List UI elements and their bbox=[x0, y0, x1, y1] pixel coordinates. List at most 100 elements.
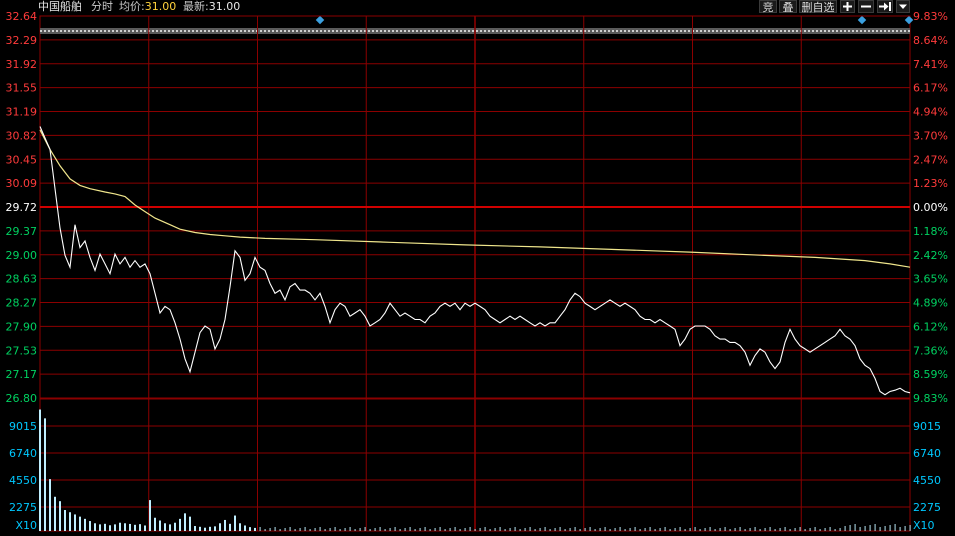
volume-bar bbox=[884, 526, 886, 531]
volume-bar bbox=[254, 527, 256, 531]
percent-tick-label: 2.42% bbox=[913, 249, 948, 262]
volume-bar bbox=[464, 528, 466, 531]
volume-bar bbox=[374, 528, 376, 531]
volume-bar bbox=[539, 528, 541, 531]
volume-bar bbox=[439, 527, 441, 531]
volume-bar bbox=[689, 528, 691, 531]
volume-bar bbox=[204, 527, 206, 531]
price-tick-label: 30.45 bbox=[6, 153, 38, 166]
volume-bar bbox=[529, 527, 531, 531]
volume-bar bbox=[484, 527, 486, 531]
volume-bar bbox=[369, 529, 371, 531]
volume-bar bbox=[139, 524, 141, 531]
volume-tick-label: 6740 bbox=[913, 447, 941, 460]
volume-bar bbox=[629, 528, 631, 531]
volume-tick-label: X10 bbox=[913, 519, 935, 532]
volume-bar bbox=[729, 529, 731, 531]
volume-bar bbox=[574, 527, 576, 531]
volume-bar bbox=[844, 526, 846, 531]
volume-bar bbox=[744, 529, 746, 531]
volume-bar bbox=[834, 529, 836, 531]
volume-bar bbox=[869, 525, 871, 531]
volume-bar bbox=[144, 525, 146, 531]
volume-bar bbox=[184, 513, 186, 531]
price-tick-label: 31.19 bbox=[6, 106, 38, 119]
volume-bar bbox=[524, 528, 526, 531]
volume-tick-label: 4550 bbox=[9, 474, 37, 487]
percent-tick-label: 6.12% bbox=[913, 320, 948, 333]
volume-bar bbox=[609, 529, 611, 531]
volume-bar bbox=[264, 529, 266, 531]
volume-bar bbox=[514, 527, 516, 531]
volume-bar bbox=[384, 529, 386, 531]
percent-tick-label: 4.89% bbox=[913, 297, 948, 310]
volume-bar bbox=[499, 527, 501, 531]
price-tick-label: 28.63 bbox=[6, 273, 38, 286]
volume-bar bbox=[584, 528, 586, 531]
volume-bar bbox=[104, 523, 106, 531]
percent-tick-label: 7.41% bbox=[913, 58, 948, 71]
percent-tick-label: 7.36% bbox=[913, 344, 948, 357]
volume-bar bbox=[399, 529, 401, 531]
volume-bar bbox=[294, 529, 296, 531]
volume-bar bbox=[334, 527, 336, 531]
volume-bar bbox=[494, 528, 496, 531]
volume-bar bbox=[889, 525, 891, 531]
volume-bar bbox=[684, 529, 686, 531]
percent-tick-label: 0.00% bbox=[913, 201, 948, 214]
price-tick-label: 26.80 bbox=[6, 392, 38, 405]
volume-tick-label: X10 bbox=[15, 519, 37, 532]
volume-bar bbox=[504, 529, 506, 531]
volume-bar bbox=[174, 522, 176, 531]
volume-bar bbox=[564, 529, 566, 531]
volume-bar bbox=[849, 525, 851, 531]
volume-bar bbox=[589, 527, 591, 531]
volume-bar bbox=[674, 528, 676, 531]
volume-bar bbox=[789, 529, 791, 531]
volume-bar bbox=[479, 528, 481, 531]
volume-bar bbox=[189, 516, 191, 531]
volume-bar bbox=[739, 527, 741, 531]
volume-bar bbox=[619, 527, 621, 531]
percent-tick-label: 6.17% bbox=[913, 82, 948, 95]
volume-bar bbox=[874, 524, 876, 531]
volume-bar bbox=[534, 529, 536, 531]
percent-tick-label: 4.94% bbox=[913, 106, 948, 119]
volume-bar bbox=[559, 527, 561, 531]
volume-bar bbox=[694, 527, 696, 531]
volume-bar bbox=[364, 527, 366, 531]
volume-bar bbox=[509, 528, 511, 531]
event-marker-icon bbox=[904, 15, 914, 25]
volume-bar bbox=[724, 527, 726, 531]
volume-bar bbox=[209, 526, 211, 531]
volume-bar bbox=[239, 523, 241, 531]
volume-bar bbox=[304, 527, 306, 531]
volume-bar bbox=[779, 528, 781, 531]
volume-bar bbox=[854, 524, 856, 531]
volume-bar bbox=[819, 529, 821, 531]
volume-tick-label: 2275 bbox=[913, 501, 941, 514]
volume-bar bbox=[804, 529, 806, 531]
volume-bar bbox=[719, 528, 721, 531]
price-tick-label: 27.53 bbox=[6, 344, 38, 357]
volume-bar bbox=[429, 529, 431, 531]
volume-bar bbox=[459, 529, 461, 531]
volume-bar bbox=[99, 524, 101, 531]
volume-bar bbox=[194, 526, 196, 531]
volume-bar bbox=[244, 525, 246, 531]
volume-bar bbox=[359, 528, 361, 531]
volume-bar bbox=[794, 528, 796, 531]
volume-bar bbox=[569, 528, 571, 531]
volume-bar bbox=[659, 528, 661, 531]
volume-bar bbox=[314, 528, 316, 531]
volume-bar bbox=[814, 527, 816, 531]
price-tick-label: 29.37 bbox=[6, 225, 38, 238]
price-tick-label: 30.82 bbox=[6, 129, 38, 142]
percent-tick-label: 8.64% bbox=[913, 34, 948, 47]
volume-bar bbox=[274, 527, 276, 531]
volume-bar bbox=[389, 528, 391, 531]
volume-bar bbox=[734, 528, 736, 531]
volume-bar bbox=[299, 528, 301, 531]
volume-bar bbox=[324, 529, 326, 531]
volume-bar bbox=[904, 526, 906, 531]
